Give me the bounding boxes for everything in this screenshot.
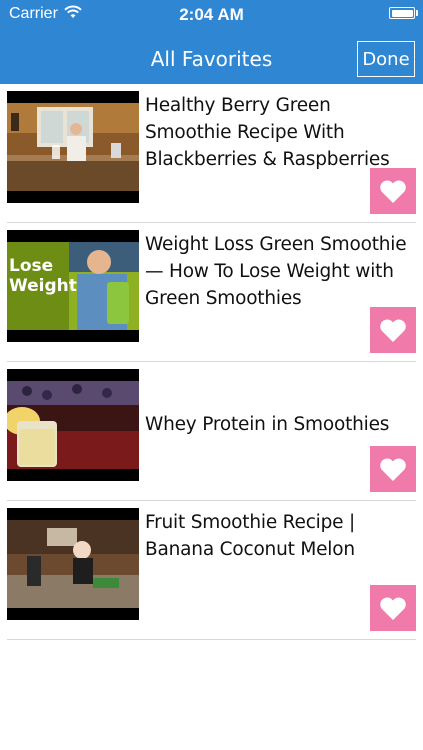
battery-icon	[389, 7, 415, 19]
list-item[interactable]: Whey Protein in Smoothies	[7, 362, 416, 501]
list-item[interactable]: Lose Weight Weight Loss Green Smoothie —…	[7, 223, 416, 362]
favorite-button[interactable]	[370, 307, 416, 353]
video-thumbnail[interactable]: Lose Weight	[7, 230, 139, 342]
whey-protein-thumbnail-image	[7, 381, 139, 469]
fruit-smoothie-thumbnail-image	[7, 520, 139, 608]
clock: 2:04 AM	[179, 5, 244, 24]
thumbnail-caption-line: Weight	[9, 276, 77, 296]
favorite-button[interactable]	[370, 168, 416, 214]
status-bar: Carrier 2:04 AM	[0, 0, 423, 28]
video-thumbnail[interactable]	[7, 91, 139, 203]
navigation-bar: Carrier 2:04 AM All Favorites Done	[0, 0, 423, 84]
recipe-title[interactable]: Weight Loss Green Smoothie — How To Lose…	[145, 231, 416, 312]
heart-icon	[380, 179, 406, 203]
kitchen-thumbnail-image	[7, 103, 139, 191]
favorites-list: Healthy Berry Green Smoothie Recipe With…	[0, 84, 423, 640]
favorite-button[interactable]	[370, 446, 416, 492]
video-thumbnail[interactable]	[7, 369, 139, 481]
battery-tip	[416, 10, 418, 16]
list-item[interactable]: Fruit Smoothie Recipe | Banana Coconut M…	[7, 501, 416, 640]
done-button[interactable]: Done	[357, 41, 415, 77]
video-thumbnail[interactable]	[7, 508, 139, 620]
recipe-title[interactable]: Healthy Berry Green Smoothie Recipe With…	[145, 92, 416, 173]
favorite-button[interactable]	[370, 585, 416, 631]
heart-icon	[380, 596, 406, 620]
recipe-title[interactable]: Whey Protein in Smoothies	[145, 411, 416, 438]
heart-icon	[380, 457, 406, 481]
thumbnail-caption-line: Lose	[9, 256, 54, 276]
heart-icon	[380, 318, 406, 342]
thumbnail-caption: Lose Weight	[9, 256, 77, 296]
list-item[interactable]: Healthy Berry Green Smoothie Recipe With…	[7, 84, 416, 223]
recipe-title[interactable]: Fruit Smoothie Recipe | Banana Coconut M…	[145, 509, 416, 563]
